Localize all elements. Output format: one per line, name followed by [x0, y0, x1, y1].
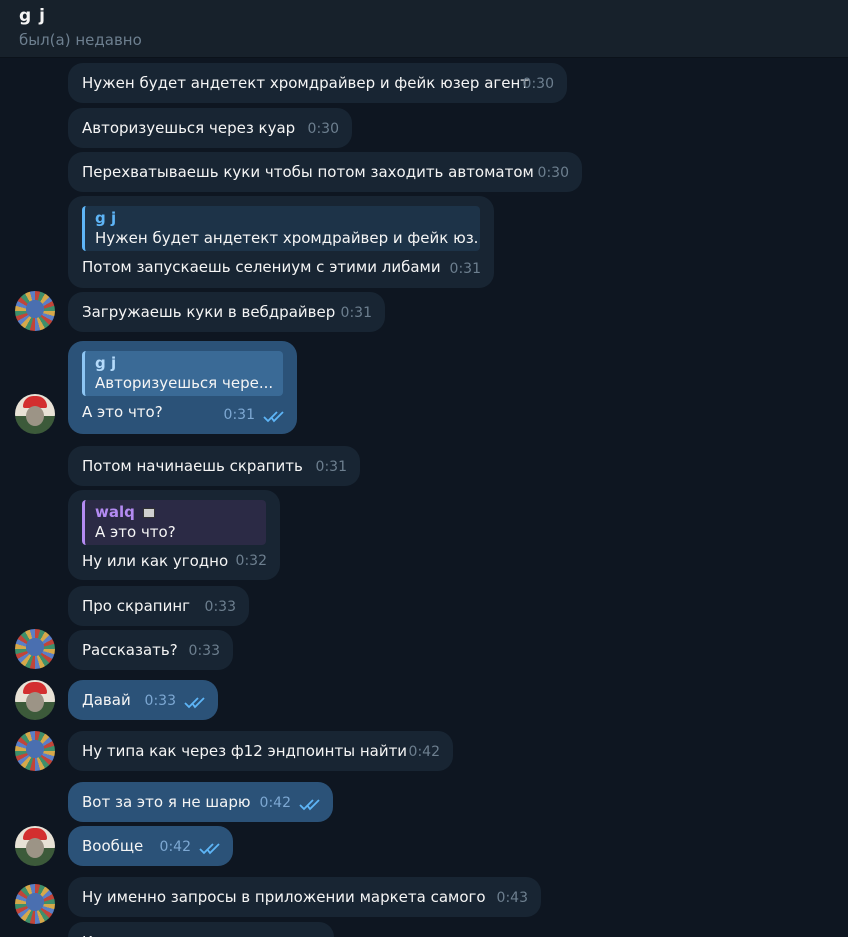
reply-author: walq — [95, 502, 258, 522]
message-bubble[interactable]: Авторизуешься через куар 0:30 — [68, 108, 352, 148]
message-text: А это что? — [82, 403, 163, 421]
my-avatar[interactable] — [15, 394, 55, 434]
message-bubble[interactable]: Вот за это я не шарю 0:42 — [68, 782, 333, 822]
message-text: Ну именно запросы в приложении маркета с… — [82, 888, 486, 906]
reply-quote[interactable]: walq А это что? — [82, 500, 266, 545]
reply-author: g j — [95, 354, 117, 372]
message-text: Нужен будет андетект хромдрайвер и фейк … — [82, 74, 530, 92]
reply-text: Нужен будет андетект хромдрайвер и фейк … — [95, 229, 480, 247]
emoji-icon — [142, 507, 155, 518]
message-time: 0:43 — [496, 890, 528, 906]
message-text: Потом начинаешь скрапить — [82, 457, 303, 475]
reply-author: g j — [95, 209, 117, 227]
message-text: Ну или как угодно — [82, 552, 229, 570]
message-text: Вообще — [82, 837, 144, 855]
double-check-icon — [183, 695, 209, 709]
message-time: 0:33 — [188, 643, 220, 659]
message-text: Рассказать? — [82, 641, 178, 659]
message-bubble[interactable]: Нужен будет андетект хромдрайвер и фейк … — [68, 63, 567, 103]
message-text: Перехватываешь куки чтобы потом заходить… — [82, 163, 534, 181]
message-time: 0:42 — [159, 839, 191, 855]
chat-header[interactable]: g j был(а) недавно — [0, 0, 848, 58]
message-text: Про скрапинг — [82, 597, 191, 615]
message-time: 0:30 — [522, 76, 554, 92]
message-bubble[interactable]: walq А это что? Ну или как угодно 0:32 — [68, 490, 280, 580]
message-bubble[interactable]: Рассказать? 0:33 — [68, 630, 233, 670]
message-bubble[interactable]: g j Нужен будет андетект хромдрайвер и ф… — [68, 196, 494, 288]
message-time: 0:30 — [307, 121, 339, 137]
message-text: Ну типа как через ф12 эндпоинты найти — [82, 742, 408, 760]
message-bubble[interactable]: Ну типа как через ф12 эндпоинты найти 0:… — [68, 731, 453, 771]
avatar-face — [26, 838, 44, 858]
message-time: 0:42 — [259, 795, 291, 811]
reply-quote[interactable]: g j Нужен будет андетект хромдрайвер и ф… — [82, 206, 480, 251]
message-time: 0:31 — [449, 261, 481, 277]
message-bubble[interactable]: g j Авторизуешься чере... А это что? 0:3… — [68, 341, 297, 434]
message-bubble[interactable]: Ну именно запросы в приложении маркета с… — [68, 877, 541, 917]
message-time: 0:33 — [204, 599, 236, 615]
chat-status: был(а) недавно — [19, 31, 142, 49]
message-bubble[interactable]: Давай 0:33 — [68, 680, 218, 720]
message-time: 0:33 — [144, 693, 176, 709]
message-time: 0:30 — [537, 165, 569, 181]
reply-text: Авторизуешься чере... — [95, 374, 274, 392]
message-time: 0:31 — [315, 459, 347, 475]
message-list[interactable]: Нужен будет андетект хромдрайвер и фейк … — [0, 58, 848, 937]
message-bubble[interactable]: Вообще 0:42 — [68, 826, 233, 866]
message-time: 0:42 — [408, 744, 440, 760]
avatar-face — [26, 406, 44, 426]
reply-quote[interactable]: g j Авторизуешься чере... — [82, 351, 283, 396]
message-bubble[interactable]: Про скрапинг 0:33 — [68, 586, 249, 626]
contact-avatar[interactable] — [15, 291, 55, 331]
contact-avatar[interactable] — [15, 884, 55, 924]
avatar-face — [26, 692, 44, 712]
message-bubble[interactable]: Загружаешь куки в вебдрайвер 0:31 — [68, 292, 385, 332]
double-check-icon — [198, 841, 224, 855]
message-text: Вот за это я не шарю — [82, 793, 251, 811]
message-text: Давай — [82, 691, 131, 709]
message-time: 0:31 — [223, 407, 255, 423]
my-avatar[interactable] — [15, 680, 55, 720]
message-text: Загружаешь куки в вебдрайвер — [82, 303, 336, 321]
message-text: Авторизуешься через куар — [82, 119, 296, 137]
chat-title[interactable]: g j — [19, 6, 46, 26]
message-bubble[interactable]: Потом начинаешь скрапить 0:31 — [68, 446, 360, 486]
message-time: 0:32 — [235, 553, 267, 569]
message-text: Потом запускаешь селениум с этими либами — [82, 258, 441, 276]
reply-author-name: walq — [95, 503, 135, 521]
double-check-icon — [298, 797, 324, 811]
message-text: К — [82, 933, 93, 937]
contact-avatar[interactable] — [15, 629, 55, 669]
reply-text: А это что? — [95, 523, 176, 541]
message-bubble[interactable]: Перехватываешь куки чтобы потом заходить… — [68, 152, 582, 192]
message-time: 0:31 — [340, 305, 372, 321]
message-bubble[interactable]: К — [68, 922, 334, 937]
my-avatar[interactable] — [15, 826, 55, 866]
double-check-icon — [262, 409, 288, 423]
contact-avatar[interactable] — [15, 731, 55, 771]
